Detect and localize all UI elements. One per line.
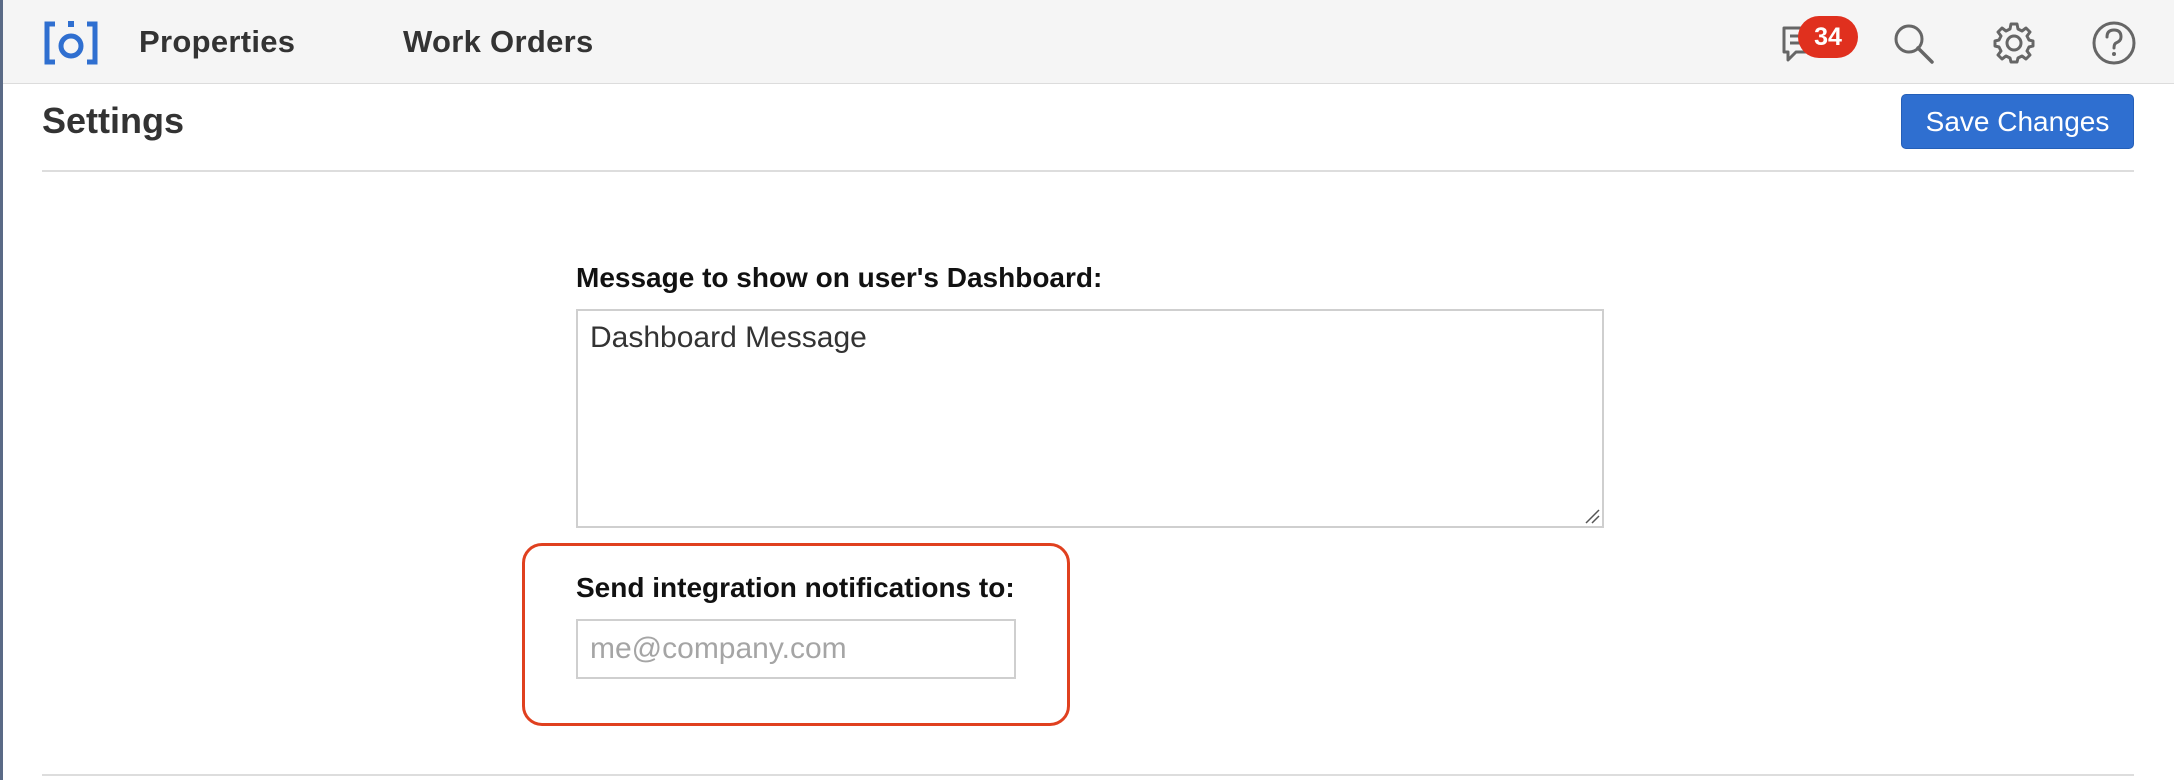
save-changes-button[interactable]: Save Changes — [1901, 94, 2134, 149]
gear-icon[interactable] — [1991, 20, 2037, 66]
footer-divider — [42, 774, 2134, 776]
nav-properties[interactable]: Properties — [139, 22, 295, 62]
integration-notifications-label: Send integration notifications to: — [576, 572, 1015, 603]
app-window: Properties Work Orders 34 Settings Save … — [0, 0, 2174, 780]
header-divider — [42, 170, 2134, 172]
integration-email-input[interactable] — [576, 619, 1016, 679]
nav-work-orders[interactable]: Work Orders — [403, 22, 594, 62]
messages-count-badge: 34 — [1798, 16, 1858, 58]
resize-handle-icon[interactable] — [1584, 508, 1600, 524]
dashboard-message-label: Message to show on user's Dashboard: — [576, 262, 1103, 293]
search-icon[interactable] — [1890, 20, 1936, 66]
window-edge — [0, 0, 3, 780]
dashboard-message-textarea[interactable]: Dashboard Message — [576, 309, 1604, 528]
help-icon[interactable] — [2091, 20, 2137, 66]
page-title: Settings — [42, 100, 185, 141]
brand-logo-icon[interactable] — [43, 18, 99, 66]
